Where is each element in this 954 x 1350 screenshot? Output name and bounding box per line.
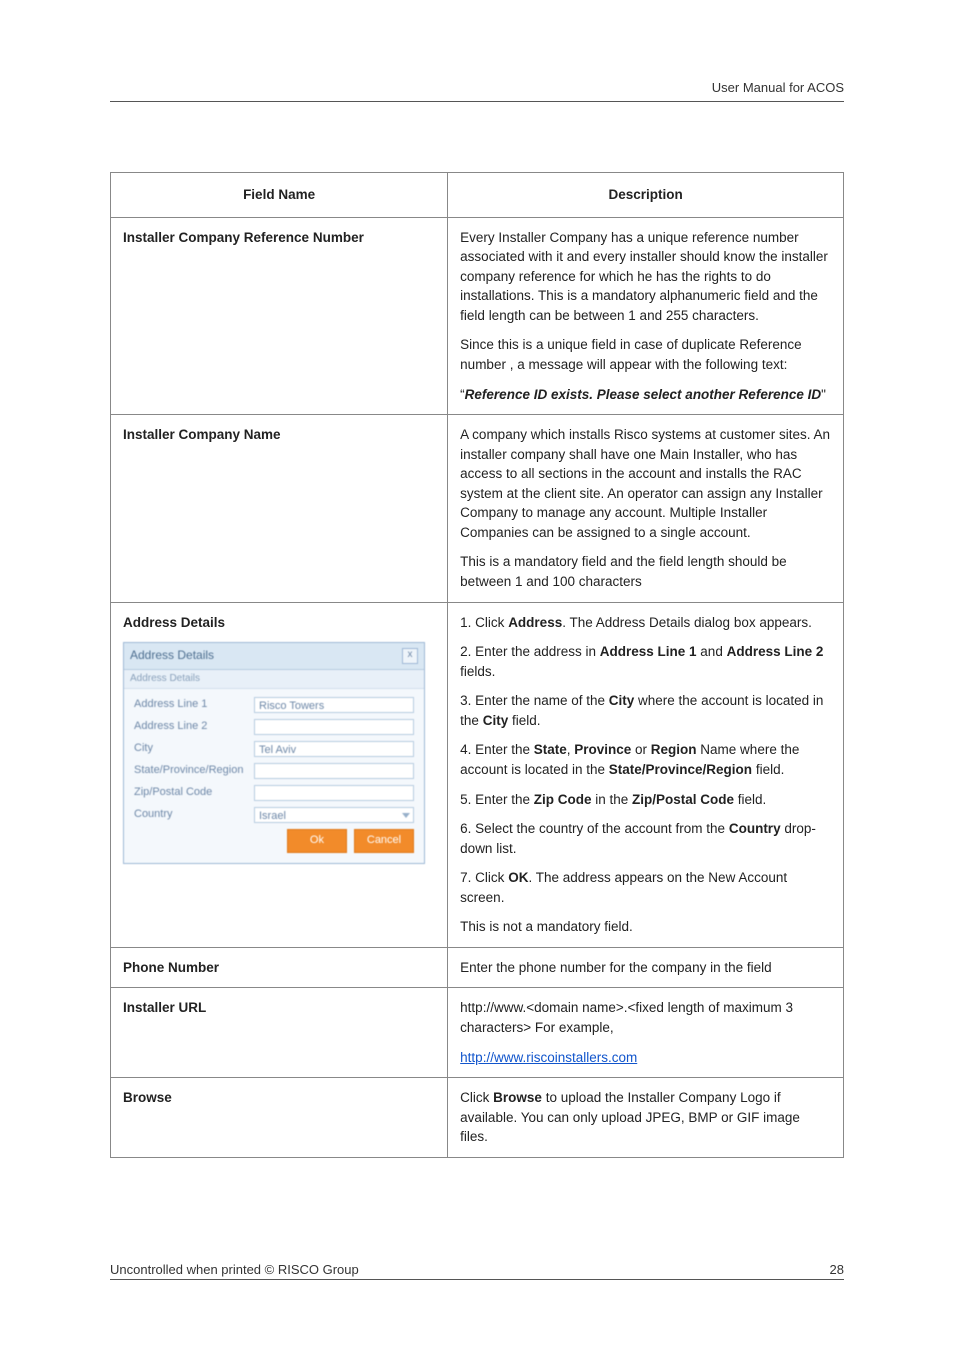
field-label: Phone Number	[111, 947, 448, 988]
row-address-details: Address Details Address Details x Addres…	[111, 602, 844, 947]
text: Since this is a unique field in case of …	[460, 335, 831, 374]
input-city[interactable]: Tel Aviv	[254, 741, 414, 757]
step-3: 3. Enter the name of the City where the …	[460, 691, 831, 730]
text: http://www.<domain name>.<fixed length o…	[460, 998, 831, 1037]
dialog-body: Address Line 1 Risco Towers Address Line…	[124, 689, 424, 863]
text: A company which installs Risco systems a…	[460, 425, 831, 542]
field-desc: A company which installs Risco systems a…	[448, 415, 844, 603]
label-line1: Address Line 1	[134, 697, 254, 713]
col-field-name: Field Name	[111, 173, 448, 218]
row-url: Installer URL http://www.<domain name>.<…	[111, 988, 844, 1078]
field-table: Field Name Description Installer Company…	[110, 172, 844, 1158]
row-zip: Zip/Postal Code	[134, 785, 414, 801]
text: Click Browse to upload the Installer Com…	[460, 1088, 831, 1147]
link-line: http://www.riscoinstallers.com	[460, 1048, 831, 1068]
field-label: Installer URL	[111, 988, 448, 1078]
address-dialog: Address Details x Address Details Addres…	[123, 642, 425, 864]
col-description: Description	[448, 173, 844, 218]
field-desc: Every Installer Company has a unique ref…	[448, 217, 844, 415]
dialog-buttons: Ok Cancel	[134, 829, 414, 853]
step-5: 5. Enter the Zip Code in the Zip/Postal …	[460, 790, 831, 810]
step-8: This is not a mandatory field.	[460, 917, 831, 937]
quote-close: "	[821, 387, 826, 402]
text: Enter the phone number for the company i…	[460, 958, 831, 978]
step-6: 6. Select the country of the account fro…	[460, 819, 831, 858]
step-4: 4. Enter the State, Province or Region N…	[460, 740, 831, 779]
step-2: 2. Enter the address in Address Line 1 a…	[460, 642, 831, 681]
row-reference-number: Installer Company Reference Number Every…	[111, 217, 844, 415]
label-city: City	[134, 741, 254, 757]
step-7: 7. Click OK. The address appears on the …	[460, 868, 831, 907]
input-line1[interactable]: Risco Towers	[254, 697, 414, 713]
input-line2[interactable]	[254, 719, 414, 735]
field-desc: http://www.<domain name>.<fixed length o…	[448, 988, 844, 1078]
field-label: Installer Company Reference Number	[111, 217, 448, 415]
field-desc: Enter the phone number for the company i…	[448, 947, 844, 988]
close-icon[interactable]: x	[402, 648, 418, 664]
example-link[interactable]: http://www.riscoinstallers.com	[460, 1050, 637, 1065]
row-region: State/Province/Region	[134, 763, 414, 779]
row-city: City Tel Aviv	[134, 741, 414, 757]
dialog-title: Address Details	[130, 647, 214, 664]
running-head: User Manual for ACOS	[110, 80, 844, 102]
row-company-name: Installer Company Name A company which i…	[111, 415, 844, 603]
row-phone: Phone Number Enter the phone number for …	[111, 947, 844, 988]
input-region[interactable]	[254, 763, 414, 779]
row-line2: Address Line 2	[134, 719, 414, 735]
field-desc: Click Browse to upload the Installer Com…	[448, 1078, 844, 1158]
label-line2: Address Line 2	[134, 719, 254, 735]
field-label: Installer Company Name	[111, 415, 448, 603]
row-browse: Browse Click Browse to upload the Instal…	[111, 1078, 844, 1158]
label-region: State/Province/Region	[134, 763, 254, 779]
row-line1: Address Line 1 Risco Towers	[134, 697, 414, 713]
field-label-text: Address Details	[123, 615, 225, 630]
footer-text: Uncontrolled when printed © RISCO Group	[110, 1262, 359, 1277]
message-text: Reference ID exists. Please select anoth…	[465, 387, 821, 402]
row-country: Country Israel	[134, 807, 414, 823]
dialog-subhead: Address Details	[124, 670, 424, 690]
step-1: 1. Click Address. The Address Details di…	[460, 613, 831, 633]
text: “Reference ID exists. Please select anot…	[460, 385, 831, 405]
label-country: Country	[134, 807, 254, 823]
cancel-button[interactable]: Cancel	[354, 829, 414, 853]
text: This is a mandatory field and the field …	[460, 552, 831, 591]
text: Every Installer Company has a unique ref…	[460, 228, 831, 326]
field-desc: 1. Click Address. The Address Details di…	[448, 602, 844, 947]
page-number: 28	[830, 1262, 844, 1277]
field-label: Browse	[111, 1078, 448, 1158]
label-zip: Zip/Postal Code	[134, 785, 254, 801]
input-zip[interactable]	[254, 785, 414, 801]
page-footer: Uncontrolled when printed © RISCO Group …	[110, 1262, 844, 1280]
field-label: Address Details Address Details x Addres…	[111, 602, 448, 947]
select-country[interactable]: Israel	[254, 807, 414, 823]
dialog-titlebar: Address Details x	[124, 643, 424, 669]
ok-button[interactable]: Ok	[287, 829, 347, 853]
